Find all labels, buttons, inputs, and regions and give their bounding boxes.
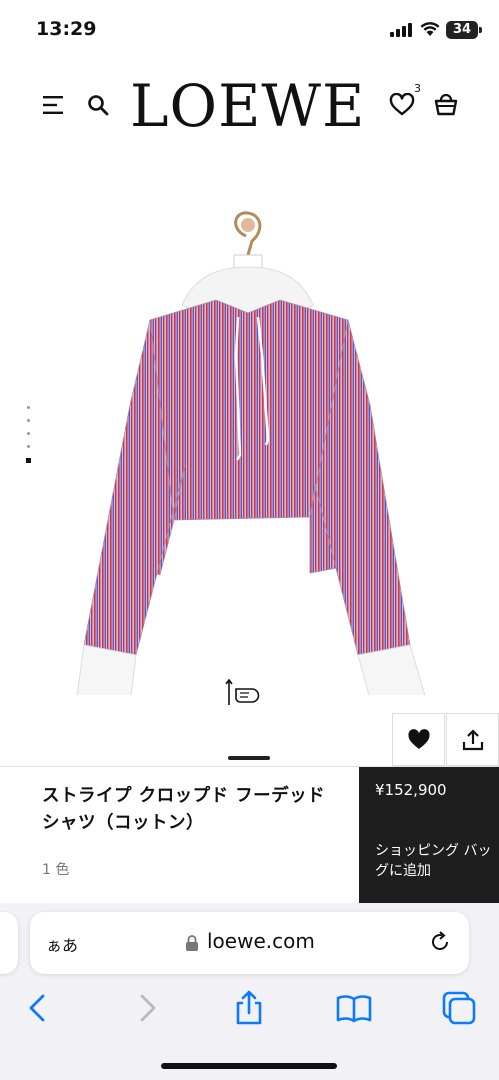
share-sheet-button[interactable]: [229, 988, 269, 1028]
brand-logo[interactable]: LOEWE: [130, 66, 364, 146]
pagination-dot-active[interactable]: [26, 458, 31, 463]
add-to-bag-panel[interactable]: ¥152,900 ショッピング バッグに追加: [359, 767, 499, 904]
reader-options-button[interactable]: ぁあ: [46, 932, 78, 956]
forward-icon: [140, 994, 156, 1022]
product-name: ストライプ クロップド フーデッドシャツ（コットン）: [42, 786, 326, 833]
address-bar[interactable]: ぁあ loewe.com: [30, 912, 469, 974]
color-count[interactable]: 1 色: [42, 859, 69, 879]
bookmarks-icon: [336, 995, 372, 1023]
url-text[interactable]: loewe.com: [207, 929, 315, 953]
swipe-hand-icon: [225, 678, 260, 705]
product-summary: ストライプ クロップド フーデッドシャツ（コットン） 1 色 ¥152,900 …: [0, 766, 499, 904]
heart-filled-icon: [408, 729, 430, 749]
tabs-button[interactable]: [439, 988, 479, 1028]
search-icon[interactable]: [86, 93, 110, 117]
share-icon: [462, 729, 484, 751]
bookmarks-button[interactable]: [334, 988, 374, 1028]
tabs-icon: [442, 991, 476, 1025]
cellular-signal-icon: [390, 23, 412, 37]
favorite-button[interactable]: [392, 713, 445, 766]
heart-icon[interactable]: [389, 93, 415, 117]
status-time: 13:29: [36, 18, 97, 40]
share-icon: [236, 990, 262, 1025]
wifi-icon: [420, 22, 440, 36]
forward-button[interactable]: [127, 988, 167, 1028]
gallery-pagination: [26, 406, 32, 473]
reload-icon[interactable]: [428, 930, 452, 954]
share-product-button[interactable]: [446, 713, 499, 766]
site-header: LOEWE 3: [0, 60, 499, 150]
pagination-dot[interactable]: [27, 406, 30, 409]
sheet-handle[interactable]: [228, 756, 270, 760]
back-icon: [29, 994, 45, 1022]
browser-bottom-bar: ぁあ loewe.com: [0, 903, 499, 1080]
pagination-dot[interactable]: [27, 419, 30, 422]
status-bar: 13:29 34: [0, 0, 499, 60]
browser-toolbar: [0, 988, 499, 1032]
add-to-bag-button[interactable]: ショッピング バッグに追加: [375, 841, 493, 881]
back-button[interactable]: [18, 988, 58, 1028]
product-price: ¥152,900: [375, 781, 447, 799]
pagination-dot[interactable]: [27, 445, 30, 448]
shopping-bag-icon[interactable]: [433, 91, 459, 117]
lock-icon: [186, 935, 198, 951]
battery-tip: [479, 27, 482, 33]
product-image[interactable]: LOEWE: [70, 205, 440, 695]
home-indicator: [161, 1063, 337, 1069]
pagination-dot[interactable]: [27, 432, 30, 435]
menu-icon[interactable]: [41, 93, 65, 117]
previous-tab-peek[interactable]: [0, 912, 18, 974]
wishlist-count: 3: [414, 82, 421, 95]
product-gallery[interactable]: LOEWE: [0, 150, 499, 765]
battery-icon: 34: [446, 21, 478, 39]
